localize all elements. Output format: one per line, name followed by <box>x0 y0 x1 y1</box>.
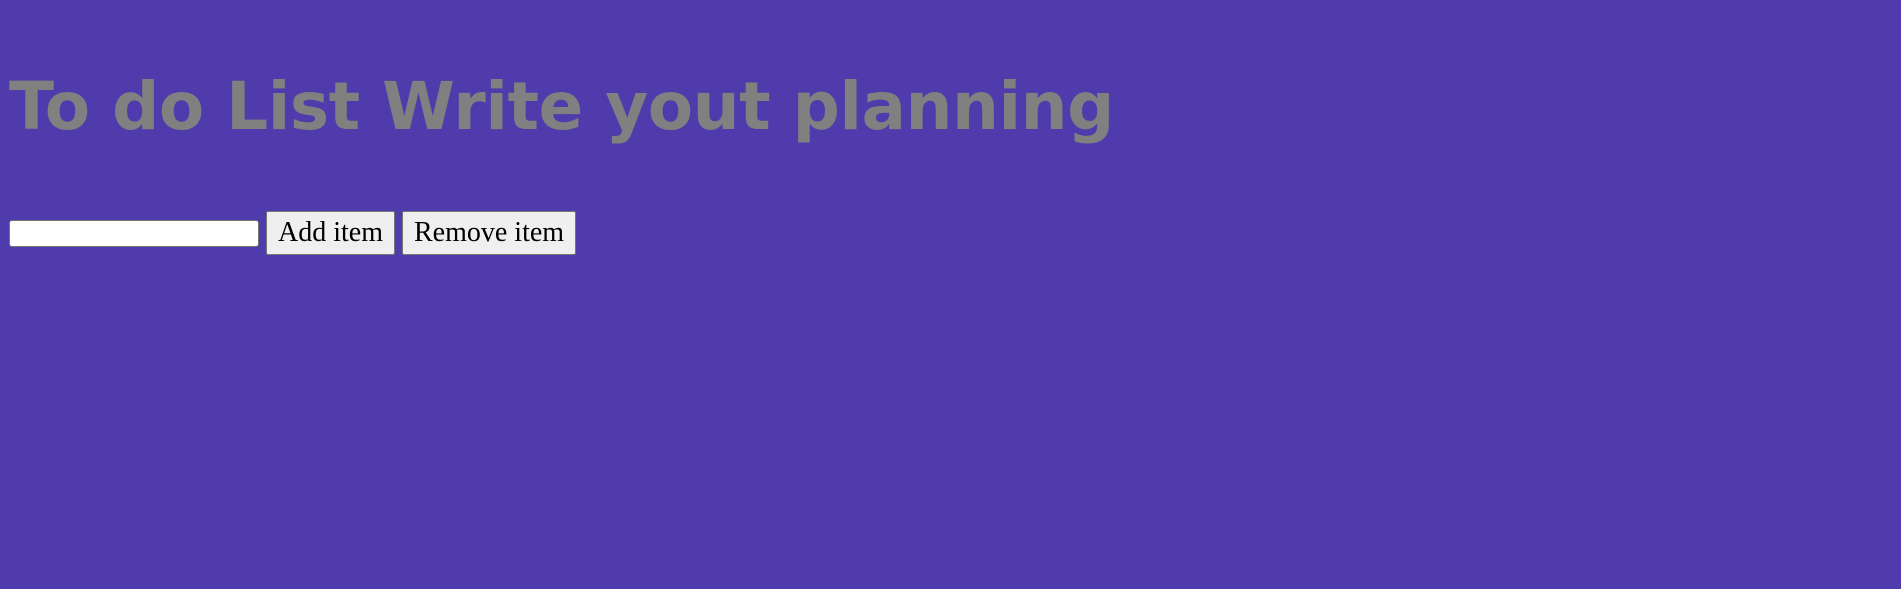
remove-item-button[interactable]: Remove item <box>402 211 577 255</box>
page: To do List Write yout planning Add item … <box>0 0 1901 589</box>
page-title: To do List Write yout planning <box>9 68 1114 145</box>
todo-input[interactable] <box>9 219 259 247</box>
add-item-button[interactable]: Add item <box>266 211 395 255</box>
todo-controls: Add item Remove item <box>9 210 577 256</box>
